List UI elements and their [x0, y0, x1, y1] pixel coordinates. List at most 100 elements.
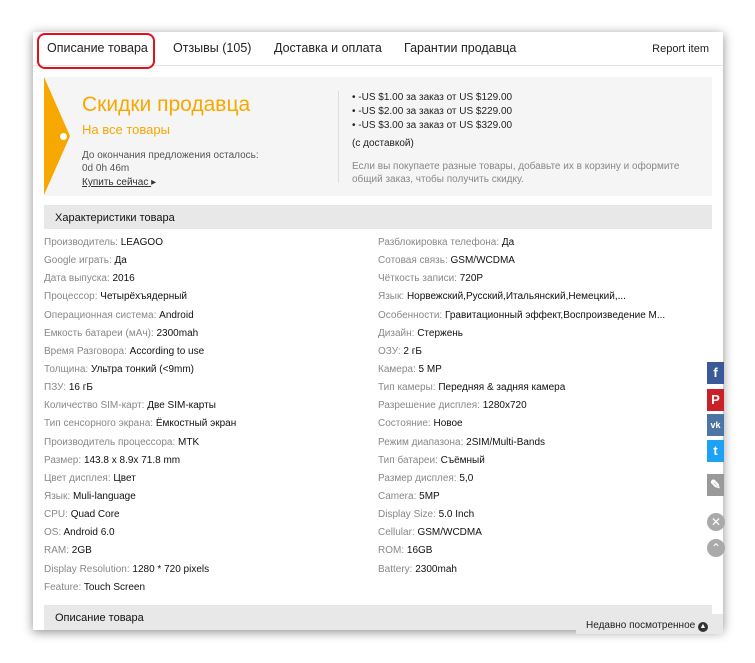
spec-label: Display Resolution: [44, 563, 130, 575]
specs-right-column: Разблокировка телефона: Да Сотовая связь:… [378, 237, 665, 582]
spec-value: 2SIM/Multi-Bands [466, 436, 546, 448]
report-item-link[interactable]: Report item [652, 43, 709, 55]
spec-value: Да [114, 255, 127, 267]
spec-row: Процессор: Четырёхъядерный [44, 291, 236, 309]
spec-label: Емкость батареи (мАч): [44, 327, 154, 339]
pinterest-icon[interactable]: P [707, 389, 724, 411]
recently-viewed-label[interactable]: Недавно посмотренное [586, 620, 695, 631]
spec-value: Две SIM-карты [147, 400, 216, 412]
edit-icon[interactable]: ✎ [707, 474, 724, 496]
spec-row: Толщина: Ультра тонкий (<9mm) [44, 364, 236, 382]
promo-title: Скидки продавца [82, 93, 251, 116]
spec-row: Язык: Норвежский,Русский,Итальянский,Нем… [378, 291, 665, 309]
spec-row: Тип батареи: Съёмный [378, 455, 665, 473]
spec-value: 5.0 Inch [438, 509, 475, 521]
promo-info: Если вы покупаете разные товары, добавьт… [352, 161, 680, 185]
spec-value: Да [501, 237, 515, 248]
spec-value: Quad Core [70, 509, 120, 521]
spec-value: 5 MP [418, 363, 442, 375]
chevron-up-icon: ▲ [697, 622, 708, 632]
spec-row: Количество SIM-карт: Две SIM-карты [44, 400, 236, 418]
spec-row: RAM: 2GB [44, 545, 236, 563]
discount-list: • -US $1.00 за заказ от US $129.00 • -US… [352, 91, 512, 133]
spec-label: Размер: [44, 454, 82, 466]
spec-row: ОЗУ: 2 гБ [378, 346, 665, 364]
spec-row: Режим диапазона: 2SIM/Multi-Bands [378, 437, 665, 455]
spec-label: ОЗУ: [378, 345, 401, 357]
spec-label: Дизайн: [378, 327, 415, 339]
spec-value: 5,0 [459, 472, 474, 484]
tab-guarantees[interactable]: Гарантии продавца [404, 41, 516, 55]
spec-value: 1280x720 [482, 400, 527, 412]
spec-row: Тип сенсорного экрана: Ёмкостный экран [44, 418, 236, 436]
tab-description[interactable]: Описание товара [47, 41, 148, 55]
spec-value: 2GB [71, 545, 92, 557]
discount-item: • -US $3.00 за заказ от US $329.00 [352, 120, 513, 131]
spec-value: Норвежский,Русский,Итальянский,Немецкий,… [406, 291, 626, 303]
spec-value: Muli-language [72, 490, 136, 502]
spec-label: Язык: [378, 291, 405, 303]
spec-label: Режим диапазона: [378, 436, 464, 448]
spec-row: Дата выпуска: 2016 [44, 273, 236, 291]
spec-label: RAM: [44, 545, 69, 557]
promo-subtitle: На все товары [82, 122, 170, 137]
spec-label: Производитель процессора: [44, 436, 176, 448]
spec-row: ПЗУ: 16 гБ [44, 382, 236, 400]
spec-label: Camera: [378, 490, 417, 502]
vk-icon[interactable]: vk [707, 414, 724, 436]
spec-label: Состояние: [378, 418, 431, 430]
spec-label: Тип сенсорного экрана: [44, 418, 154, 430]
specs-header: Характеристики товара [44, 205, 712, 229]
seller-discount-box: Скидки продавца На все товары До окончан… [44, 77, 712, 196]
promo-timer: До окончания предложения осталось: 0d 0h… [82, 150, 259, 174]
tab-delivery[interactable]: Доставка и оплата [274, 41, 382, 55]
spec-label: Производитель: [44, 237, 118, 248]
promo-dot [60, 133, 67, 140]
spec-value: According to use [129, 345, 205, 357]
recently-viewed-button[interactable]: Недавно посмотренное ▲ [576, 614, 723, 634]
spec-label: Толщина: [44, 363, 89, 375]
spec-value: Стержень [417, 327, 463, 339]
spec-row: Размер дисплея: 5,0 [378, 473, 665, 491]
arrow-right-icon: ▸ [151, 177, 157, 188]
spec-label: OS: [44, 527, 62, 539]
spec-row: Емкость батареи (мАч): 2300mah [44, 328, 236, 346]
spec-value: 2300mah [156, 327, 199, 339]
spec-value: 720P [459, 273, 484, 285]
spec-value: MTK [178, 436, 200, 448]
spec-value: Четырёхъядерный [100, 291, 188, 303]
spec-row: Состояние: Новое [378, 418, 665, 436]
spec-label: Чёткость записи: [378, 273, 457, 285]
spec-label: Время Разговора: [44, 345, 127, 357]
tab-bar: Описание товара Отзывы (105) Доставка и … [33, 32, 723, 69]
spec-row: Тип камеры: Передняя & задняя камера [378, 382, 665, 400]
close-icon[interactable]: ✕ [707, 513, 725, 531]
divider [338, 91, 339, 183]
spec-row: Время Разговора: According to use [44, 346, 236, 364]
spec-label: Battery: [378, 563, 413, 575]
facebook-icon[interactable]: f [707, 362, 724, 384]
spec-label: Количество SIM-карт: [44, 400, 145, 412]
spec-value: 16GB [406, 545, 433, 557]
discount-item: • -US $1.00 за заказ от US $129.00 [352, 92, 513, 103]
spec-row: Разблокировка телефона: Да [378, 237, 665, 255]
spec-value: Цвет [113, 472, 136, 484]
spec-value: LEAGOO [120, 237, 163, 248]
spec-value: Съёмный [440, 454, 485, 466]
specs-left-column: Производитель: LEAGOO Google играть: Да Да… [44, 237, 236, 600]
spec-value: Передняя & задняя камера [438, 382, 566, 394]
spec-value: Ультра тонкий (<9mm) [90, 363, 194, 375]
spec-value: 143.8 x 8.9x 71.8 mm [83, 454, 181, 466]
spec-label: CPU: [44, 509, 68, 521]
spec-label: Feature: [44, 581, 82, 593]
delivery-note: (с доставкой) [352, 138, 414, 149]
tab-reviews[interactable]: Отзывы (105) [173, 41, 251, 55]
spec-row: Google играть: Да [44, 255, 236, 273]
spec-row: CPU: Quad Core [44, 509, 236, 527]
spec-value: 16 гБ [68, 382, 93, 394]
buy-now-label[interactable]: Купить сейчас [82, 177, 148, 188]
buy-now-link[interactable]: Купить сейчас ▸ [82, 177, 156, 188]
scroll-top-icon[interactable]: ⌃ [707, 539, 725, 557]
spec-row: Разрешение дисплея: 1280x720 [378, 400, 665, 418]
twitter-icon[interactable]: t [707, 440, 724, 462]
